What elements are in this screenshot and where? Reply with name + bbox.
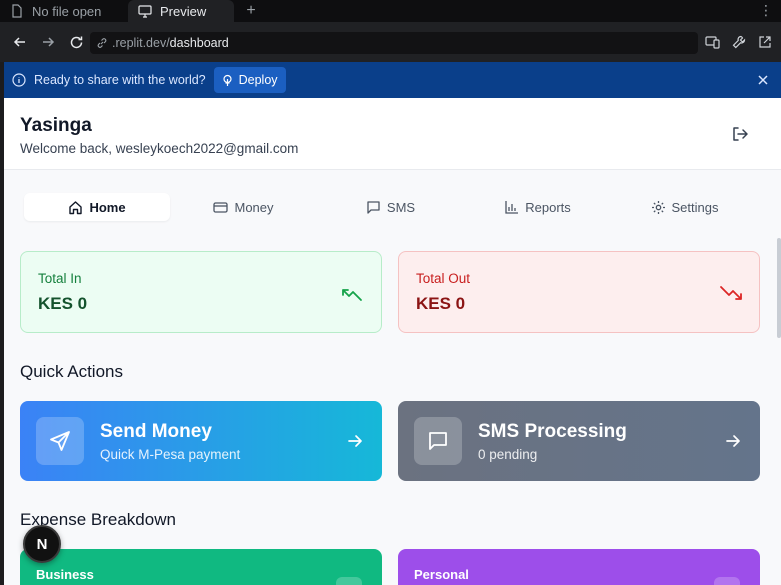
send-money-card[interactable]: Send Money Quick M-Pesa payment	[20, 401, 382, 481]
external-link-icon	[759, 36, 771, 48]
trending-up-icon	[342, 289, 362, 301]
tab-home[interactable]: Home	[24, 193, 170, 221]
tab-money[interactable]: Money	[170, 193, 317, 221]
devices-button[interactable]	[703, 32, 723, 52]
wrench-icon	[732, 35, 746, 49]
tab-reports[interactable]: Reports	[464, 193, 611, 221]
new-tab-button[interactable]: +	[234, 0, 268, 22]
personal-label: Personal	[414, 567, 469, 582]
total-out-card: Total Out KES 0	[398, 251, 760, 333]
message-icon	[429, 432, 447, 450]
gear-icon	[651, 200, 666, 215]
tab-preview[interactable]: Preview	[128, 0, 234, 22]
devtools-button[interactable]	[729, 32, 749, 52]
personal-category-card[interactable]: Personal	[398, 549, 760, 585]
tab-label: Reports	[525, 199, 571, 215]
app-header: Yasinga Welcome back, wesleykoech2022@gm…	[4, 98, 781, 170]
business-category-card[interactable]: Business	[20, 549, 382, 585]
sms-processing-card[interactable]: SMS Processing 0 pending	[398, 401, 760, 481]
deploy-banner: Ready to share with the world? Deploy	[4, 62, 781, 98]
home-icon	[68, 200, 83, 215]
personal-icon-box	[714, 577, 740, 585]
business-icon-box	[336, 577, 362, 585]
info-icon	[12, 73, 26, 87]
trending-down-icon	[720, 286, 742, 300]
tab-settings[interactable]: Settings	[611, 193, 758, 221]
tab-label: Preview	[160, 3, 207, 19]
sms-icon-box	[414, 417, 462, 465]
reload-icon	[70, 36, 82, 48]
logout-icon	[733, 127, 748, 141]
url-path: dashboard	[169, 36, 229, 50]
reload-button[interactable]	[62, 28, 90, 56]
credit-card-icon	[213, 200, 229, 215]
deploy-button-label: Deploy	[238, 73, 278, 87]
address-bar[interactable]: .replit.dev/dashboard	[90, 32, 698, 54]
send-money-subtitle: Quick M-Pesa payment	[100, 447, 241, 462]
app-viewport: Yasinga Welcome back, wesleykoech2022@gm…	[4, 98, 781, 585]
tab-sms[interactable]: SMS	[317, 193, 464, 221]
welcome-text: Welcome back, wesleykoech2022@gmail.com	[20, 141, 299, 156]
total-in-card: Total In KES 0	[20, 251, 382, 333]
forward-button[interactable]	[34, 28, 62, 56]
deploy-button[interactable]: Deploy	[213, 67, 286, 93]
arrow-left-icon	[13, 37, 25, 47]
total-in-value: KES 0	[38, 294, 88, 313]
sms-processing-title: SMS Processing	[478, 421, 627, 442]
sms-processing-subtitle: 0 pending	[478, 447, 538, 462]
file-icon	[10, 4, 24, 18]
arrow-right-icon	[726, 435, 740, 447]
link-icon	[97, 38, 107, 48]
tab-label: Settings	[671, 199, 719, 215]
monitor-icon	[138, 4, 152, 18]
browser-tab-bar: No file open Preview + ⋮	[0, 0, 781, 22]
tab-label: No file open	[32, 3, 102, 19]
tab-label: SMS	[386, 199, 416, 215]
devices-icon	[705, 36, 720, 49]
nextjs-dev-badge[interactable]: N	[23, 525, 61, 563]
message-icon	[366, 200, 381, 215]
deploy-icon	[223, 74, 232, 86]
bar-chart-icon	[504, 200, 519, 215]
browser-toolbar: .replit.dev/dashboard	[0, 22, 781, 62]
tab-no-file-open[interactable]: No file open	[0, 0, 128, 22]
quick-actions-title: Quick Actions	[20, 362, 123, 381]
scrollbar[interactable]	[777, 238, 781, 338]
deploy-message: Ready to share with the world?	[34, 73, 206, 87]
total-out-value: KES 0	[416, 294, 466, 313]
business-label: Business	[36, 567, 94, 582]
send-money-title: Send Money	[100, 421, 212, 442]
arrow-right-icon	[43, 37, 55, 47]
close-banner-button[interactable]	[755, 72, 771, 88]
send-icon-box	[36, 417, 84, 465]
total-out-label: Total Out	[416, 271, 471, 286]
main-nav-tabs: Home Money SMS Reports Settings	[24, 193, 759, 221]
open-external-button[interactable]	[755, 32, 775, 52]
tab-label: Money	[234, 199, 274, 215]
logout-button[interactable]	[731, 125, 749, 143]
send-icon	[50, 431, 70, 451]
total-in-label: Total In	[38, 271, 82, 286]
close-icon	[758, 75, 768, 85]
arrow-right-icon	[348, 435, 362, 447]
url-host: .replit.dev/	[112, 36, 170, 50]
app-title: Yasinga	[20, 115, 92, 136]
more-menu-button[interactable]: ⋮	[759, 2, 773, 19]
tab-label: Home	[89, 199, 126, 215]
back-button[interactable]	[6, 28, 34, 56]
